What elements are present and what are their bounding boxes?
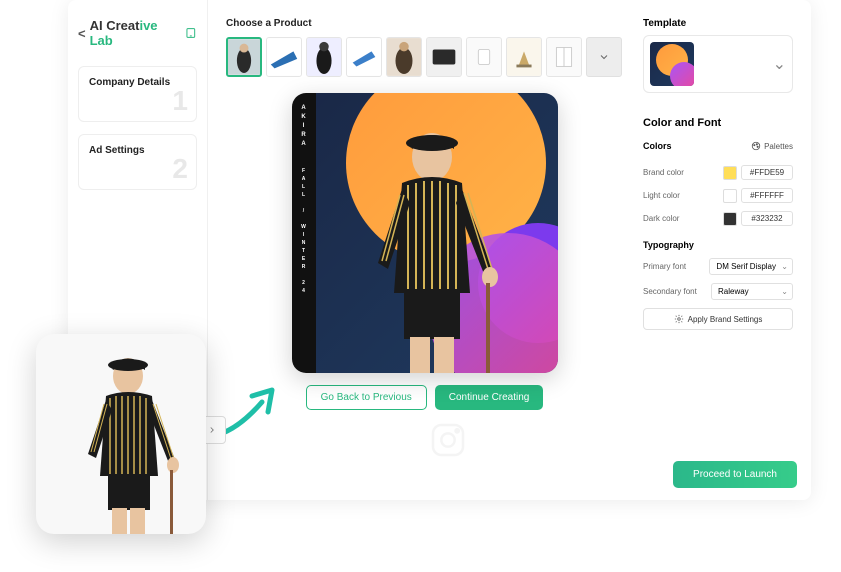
step-ad-settings[interactable]: Ad Settings 2	[78, 134, 197, 190]
instagram-watermark-icon	[428, 420, 468, 460]
template-label: Template	[643, 18, 793, 29]
brand-color-row: Brand color #FFDE59	[643, 165, 793, 180]
preview-spine: AKIRA FALL / WINTER 24	[292, 93, 316, 373]
spine-tagline: FALL / WINTER 24	[301, 168, 307, 296]
go-back-button[interactable]: Go Back to Previous	[306, 385, 427, 410]
preview-card: AKIRA FALL / WINTER 24	[292, 93, 558, 373]
center-column: Choose a Product AKIRA FALL / WINTER 2	[226, 18, 623, 488]
product-thumb-9[interactable]	[546, 37, 582, 77]
colors-label: Colors	[643, 141, 672, 151]
product-thumb-3[interactable]	[306, 37, 342, 77]
main-area: Choose a Product AKIRA FALL / WINTER 2	[208, 0, 811, 500]
chevron-down-icon	[598, 51, 610, 63]
action-row: Go Back to Previous Continue Creating	[226, 385, 623, 410]
choose-product-label: Choose a Product	[226, 18, 623, 29]
chevron-down-icon: ⌄	[773, 54, 786, 74]
brand-color-value[interactable]: #FFDE59	[741, 165, 793, 180]
secondary-font-row: Secondary font Raleway⌄	[643, 283, 793, 300]
palettes-button[interactable]: Palettes	[751, 141, 793, 151]
template-selector[interactable]: ⌄	[643, 35, 793, 93]
primary-font-row: Primary font DM Serif Display⌄	[643, 258, 793, 275]
palette-icon	[751, 141, 761, 151]
product-thumb-2[interactable]	[266, 37, 302, 77]
product-thumb-6[interactable]	[426, 37, 462, 77]
product-strip	[226, 37, 623, 77]
product-thumb-5[interactable]	[386, 37, 422, 77]
popout-model-illustration	[56, 344, 196, 534]
product-thumb-4[interactable]	[346, 37, 382, 77]
dark-color-swatch[interactable]	[723, 212, 737, 226]
color-font-title: Color and Font	[643, 117, 793, 129]
preview-model-illustration	[336, 113, 516, 373]
typography-label: Typography	[643, 240, 793, 250]
step-company-details[interactable]: Company Details 1	[78, 66, 197, 122]
product-thumb-7[interactable]	[466, 37, 502, 77]
preview-art	[316, 93, 558, 373]
brand-header[interactable]: < AI Creative Lab	[78, 18, 197, 48]
more-products-button[interactable]	[586, 37, 622, 77]
product-thumb-1[interactable]	[226, 37, 262, 77]
spine-brand: AKIRA	[301, 105, 307, 150]
chevron-right-icon	[207, 425, 217, 435]
secondary-font-select[interactable]: Raleway⌄	[711, 283, 793, 300]
chevron-down-icon: ⌄	[781, 287, 788, 296]
template-thumb	[650, 42, 694, 86]
brand-color-swatch[interactable]	[723, 166, 737, 180]
popout-card	[36, 334, 206, 534]
product-thumb-8[interactable]	[506, 37, 542, 77]
light-color-row: Light color #FFFFFF	[643, 188, 793, 203]
right-column: Template ⌄ Color and Font Colors Palette…	[643, 18, 793, 488]
continue-button[interactable]: Continue Creating	[435, 385, 544, 410]
dark-color-row: Dark color #323232	[643, 211, 793, 226]
proceed-to-launch-button[interactable]: Proceed to Launch	[673, 461, 797, 488]
tablet-icon	[185, 27, 197, 39]
gear-icon	[674, 314, 684, 324]
back-chevron-icon[interactable]: <	[78, 26, 86, 41]
light-color-swatch[interactable]	[723, 189, 737, 203]
primary-font-select[interactable]: DM Serif Display⌄	[709, 258, 793, 275]
apply-brand-button[interactable]: Apply Brand Settings	[643, 308, 793, 330]
dark-color-value[interactable]: #323232	[741, 211, 793, 226]
chevron-down-icon: ⌄	[781, 262, 788, 271]
light-color-value[interactable]: #FFFFFF	[741, 188, 793, 203]
